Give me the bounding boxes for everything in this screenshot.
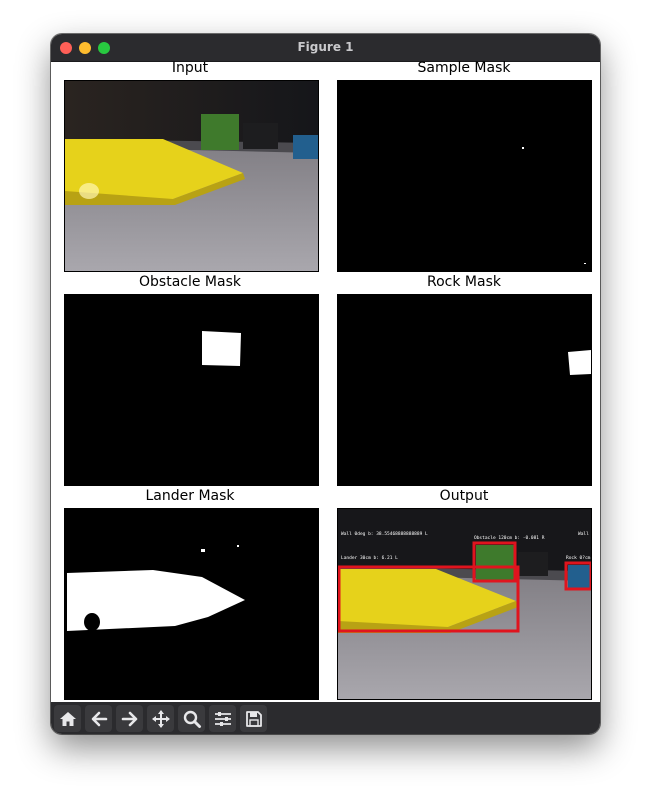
save-button[interactable] (240, 705, 267, 732)
output-panel-title: Output (439, 488, 489, 504)
pan-button[interactable] (147, 705, 174, 732)
sample-mask-image (337, 80, 592, 272)
configure-subplots-icon (214, 711, 231, 726)
forward-arrow-icon (121, 711, 137, 726)
save-icon (245, 710, 262, 727)
back-arrow-icon (91, 711, 107, 726)
home-button[interactable] (54, 705, 81, 732)
sample-mask-panel-title: Sample Mask (417, 60, 511, 76)
back-button[interactable] (85, 705, 112, 732)
home-icon (59, 711, 76, 726)
title-bar: Figure 1 (51, 34, 600, 62)
output-annotation-obstacle: Obstacle 120cm b: -0.081 R (474, 535, 545, 541)
lander-mask-panel-title: Lander Mask (145, 488, 235, 504)
input-image (64, 80, 319, 272)
output-annotation-wall-right: Wall (578, 531, 589, 537)
configure-subplots-button[interactable] (209, 705, 236, 732)
lander-mask-image (64, 508, 319, 700)
rock-mask-panel-title: Rock Mask (427, 274, 501, 290)
rock-mask-image (337, 294, 592, 486)
pan-icon (151, 709, 170, 728)
output-annotation-lander: Lander 30cm b: 6.21 L (341, 555, 398, 561)
output-annotation-wall: Wall 0deg b: 38.55468888888889 L (341, 531, 428, 537)
obstacle-mask-panel-title: Obstacle Mask (139, 274, 241, 290)
output-image: Wall 0deg b: 38.55468888888889 L Lander … (337, 508, 592, 700)
zoom-button[interactable] (178, 705, 205, 732)
figure-window: Figure 1 Input Sample Mask Obstacle Mask… (51, 34, 600, 734)
window-title: Figure 1 (297, 40, 354, 54)
output-annotation-rock: Rock 0?cm (566, 555, 591, 561)
forward-button[interactable] (116, 705, 143, 732)
figure-canvas: Input Sample Mask Obstacle Mask Rock Mas… (51, 60, 600, 702)
obstacle-mask-image (64, 294, 319, 486)
input-panel-title: Input (171, 60, 209, 76)
navigation-toolbar (51, 702, 600, 734)
zoom-icon (183, 710, 201, 728)
